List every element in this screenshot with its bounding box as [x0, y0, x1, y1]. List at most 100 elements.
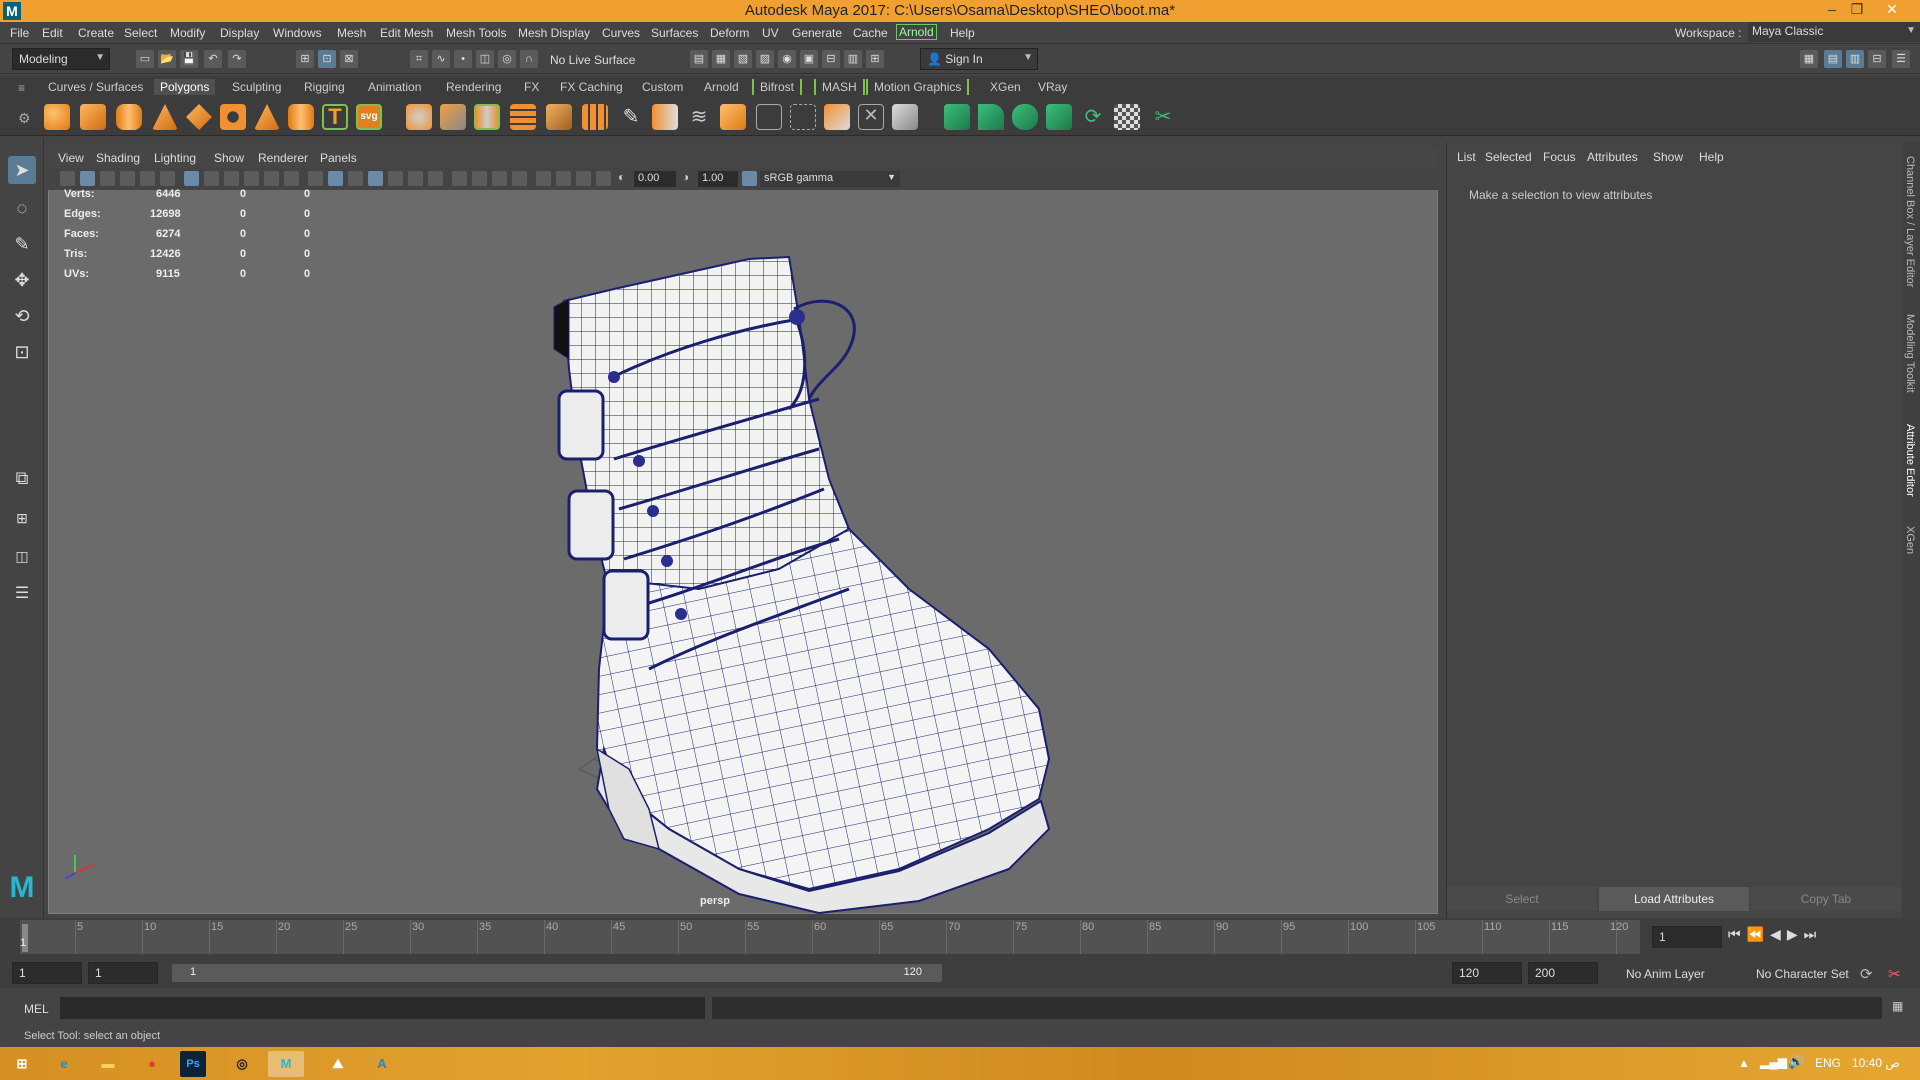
channel-box-icon[interactable]: ▥	[844, 50, 862, 68]
ae-load-attributes-button[interactable]: Load Attributes	[1599, 887, 1749, 911]
uv-editor-icon[interactable]: ✂	[1150, 104, 1176, 130]
svg-icon[interactable]: svg	[356, 104, 382, 130]
poly-pyramid-icon[interactable]	[254, 104, 280, 130]
viewport-panel[interactable]	[48, 148, 1438, 915]
minimize-button[interactable]: –	[1820, 1, 1844, 17]
open-scene-icon[interactable]: 📂	[158, 50, 176, 68]
film-gate-icon[interactable]	[204, 171, 219, 186]
ae-menu-attributes[interactable]: Attributes	[1587, 150, 1638, 164]
combine-icon[interactable]	[406, 104, 432, 130]
color-management-icon[interactable]	[742, 171, 757, 186]
ae-copy-tab-button[interactable]: Copy Tab	[1751, 887, 1901, 911]
field-chart-icon[interactable]	[264, 171, 279, 186]
fill-hole-icon[interactable]	[756, 104, 782, 130]
wireframe-icon[interactable]	[308, 171, 323, 186]
side-tab-modeling-toolkit[interactable]: Modeling Toolkit	[1904, 314, 1916, 393]
tab-polygons[interactable]: Polygons	[154, 79, 216, 95]
use-default-material-icon[interactable]	[348, 171, 363, 186]
motion-blur-icon[interactable]	[472, 171, 487, 186]
grease-pencil-icon[interactable]	[160, 171, 175, 186]
scale-tool-icon[interactable]: ⊡	[8, 338, 36, 366]
poly-type-icon[interactable]: T	[322, 104, 348, 130]
select-by-component-icon[interactable]: ⊠	[340, 50, 358, 68]
poly-plane-icon[interactable]	[186, 104, 212, 130]
playback-start-field[interactable]: 1	[88, 962, 158, 984]
tab-fx-caching[interactable]: FX Caching	[554, 79, 629, 95]
menu-edit-mesh[interactable]: Edit Mesh	[380, 26, 433, 40]
menuset-dropdown[interactable]: Modeling ▼	[12, 48, 110, 70]
menu-help[interactable]: Help	[950, 26, 975, 40]
outliner-layout-icon[interactable]: ☰	[8, 580, 36, 608]
lasso-tool-icon[interactable]: ◌	[8, 194, 36, 222]
poly-sphere-icon[interactable]	[44, 104, 70, 130]
depth-of-field-icon[interactable]	[512, 171, 527, 186]
vp-menu-shading[interactable]: Shading	[96, 151, 140, 165]
tab-fx[interactable]: FX	[518, 79, 545, 95]
step-back-frame-icon[interactable]: ◀	[1770, 926, 1787, 942]
reduce-icon[interactable]	[892, 104, 918, 130]
xray-joints-icon[interactable]	[576, 171, 591, 186]
menu-file[interactable]: File	[10, 26, 29, 40]
step-back-key-icon[interactable]: ⏪	[1747, 926, 1770, 942]
shelf-menu-icon[interactable]: ≡	[18, 81, 25, 95]
windows-start-icon[interactable]: ⊞	[4, 1051, 40, 1077]
uv-cylindrical-icon[interactable]	[978, 104, 1004, 130]
safe-action-icon[interactable]	[284, 171, 299, 186]
select-by-hierarchy-icon[interactable]: ⊞	[296, 50, 314, 68]
ae-menu-help[interactable]: Help	[1699, 150, 1724, 164]
snap-point-icon[interactable]: •	[454, 50, 472, 68]
animation-start-field[interactable]: 1	[12, 962, 82, 984]
vp-menu-renderer[interactable]: Renderer	[258, 151, 308, 165]
exposure-field[interactable]: 0.00	[634, 171, 676, 187]
ae-menu-focus[interactable]: Focus	[1543, 150, 1576, 164]
poly-pipe-icon[interactable]	[288, 104, 314, 130]
render-frame-icon[interactable]: ▦	[712, 50, 730, 68]
view-transform-dropdown[interactable]: sRGB gamma ▼	[760, 171, 900, 187]
auto-key-icon[interactable]: ⟳	[1860, 965, 1873, 983]
menu-curves[interactable]: Curves	[602, 26, 640, 40]
poly-cube-icon[interactable]	[80, 104, 106, 130]
xray-components-icon[interactable]	[596, 171, 611, 186]
photoshop-icon[interactable]: Ps	[180, 1051, 206, 1077]
shelf-options-gear-icon[interactable]: ⚙	[18, 110, 31, 127]
toggle-tool-settings-icon[interactable]: ⊟	[1868, 50, 1886, 68]
language-indicator[interactable]: ENG	[1815, 1056, 1841, 1070]
sign-in-button[interactable]: 👤 Sign In ▼	[920, 48, 1038, 70]
tab-motion-graphics[interactable]: Motion Graphics	[866, 79, 970, 95]
side-tab-xgen[interactable]: XGen	[1904, 526, 1916, 554]
firefox-icon[interactable]: ●	[134, 1051, 170, 1077]
live-surface-field[interactable]: No Live Surface	[550, 53, 635, 67]
time-slider[interactable]: 1 5 10 15 20 25 30 35 40 45 50 55 60 65 …	[20, 920, 1640, 954]
menu-windows[interactable]: Windows	[273, 26, 322, 40]
character-set-dropdown[interactable]: No Character Set	[1756, 967, 1849, 981]
camera-select-icon[interactable]	[60, 171, 75, 186]
insert-edge-loop-icon[interactable]: ≋	[686, 104, 712, 130]
separate-icon[interactable]	[440, 104, 466, 130]
resolution-gate-icon[interactable]	[224, 171, 239, 186]
side-tab-attribute-editor[interactable]: Attribute Editor	[1904, 424, 1916, 497]
render-settings-icon[interactable]: ▨	[756, 50, 774, 68]
photos-app-icon[interactable]: ⛰	[320, 1051, 356, 1077]
paint-select-tool-icon[interactable]: ✎	[8, 230, 36, 258]
hypershade-icon[interactable]: ◉	[778, 50, 796, 68]
vp-menu-view[interactable]: View	[58, 151, 84, 165]
vp-menu-panels[interactable]: Panels	[320, 151, 357, 165]
uv-checker-icon[interactable]	[1114, 104, 1140, 130]
file-explorer-icon[interactable]: ▬	[90, 1051, 126, 1077]
uv-unfold-icon[interactable]: ⟳	[1080, 104, 1106, 130]
tab-sculpting[interactable]: Sculpting	[226, 79, 287, 95]
append-polygon-icon[interactable]	[720, 104, 746, 130]
play-forward-icon[interactable]: ▶	[1787, 926, 1804, 942]
playback-end-field[interactable]: 120	[1452, 962, 1522, 984]
menu-mesh[interactable]: Mesh	[337, 26, 366, 40]
range-slider[interactable]: 1 120	[172, 964, 942, 982]
toggle-channel-box-icon[interactable]: ▤	[1824, 50, 1842, 68]
tab-rigging[interactable]: Rigging	[298, 79, 351, 95]
redo-icon[interactable]: ↷	[228, 50, 246, 68]
menu-edit[interactable]: Edit	[42, 26, 63, 40]
tab-rendering[interactable]: Rendering	[440, 79, 507, 95]
go-to-start-icon[interactable]: ⏮	[1728, 926, 1747, 942]
animation-end-field[interactable]: 200	[1528, 962, 1598, 984]
uv-automatic-icon[interactable]	[1046, 104, 1072, 130]
collapse-icon[interactable]: ✕	[858, 104, 884, 130]
